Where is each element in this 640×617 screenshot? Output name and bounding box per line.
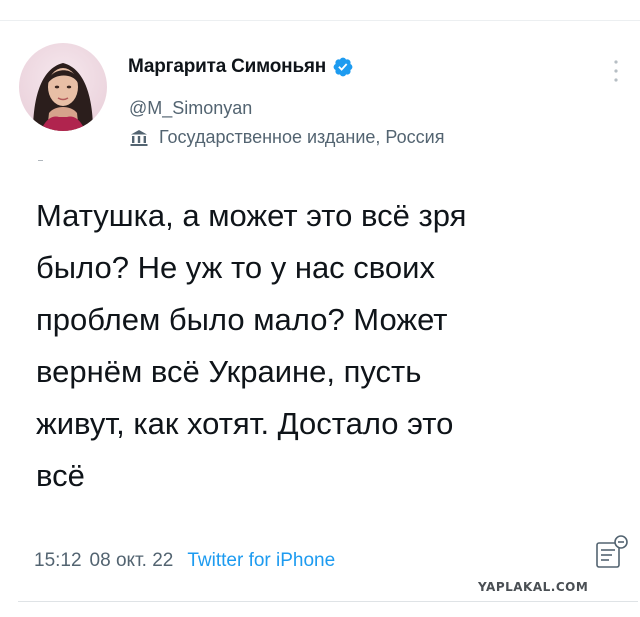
tweet-date[interactable]: 08 окт. 22	[90, 550, 174, 572]
tweet-analytics-icon[interactable]	[594, 534, 630, 570]
avatar[interactable]	[19, 43, 107, 131]
verified-badge-icon	[333, 57, 353, 77]
state-media-label-text: Государственное издание, Россия	[159, 127, 445, 147]
more-vertical-icon[interactable]	[611, 58, 621, 84]
profile-name[interactable]: Маргарита Симоньян	[128, 56, 326, 78]
watermark: YAPLAKAL.COM	[478, 580, 589, 594]
government-building-icon	[130, 129, 148, 146]
tweet-meta: 15:12 08 окт. 22 Twitter for iPhone	[34, 550, 335, 572]
tweet-source-link[interactable]: Twitter for iPhone	[187, 550, 335, 572]
tweet-time[interactable]: 15:12	[34, 550, 82, 572]
bottom-divider	[18, 601, 638, 602]
profile-handle[interactable]: @M_Simonyan	[129, 98, 252, 119]
profile-name-row: Маргарита Симоньян	[128, 56, 354, 78]
divider-mark	[38, 160, 43, 161]
state-media-label[interactable]: Государственное издание, Россия	[129, 127, 444, 148]
tweet-text: Матушка, а может это всё зря было? Не уж…	[36, 198, 467, 493]
avatar-photo	[19, 43, 107, 131]
top-divider	[0, 20, 640, 21]
